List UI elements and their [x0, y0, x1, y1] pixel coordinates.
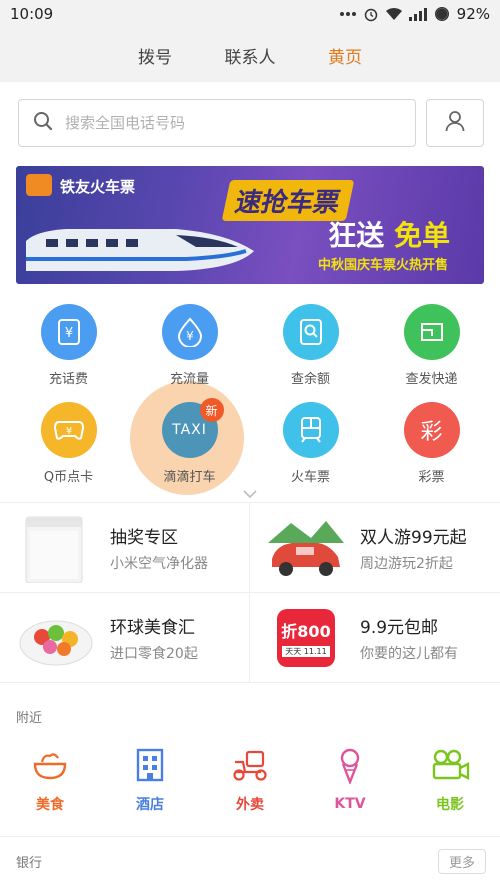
service-label: 彩票 [418, 470, 445, 485]
red-car-image [266, 513, 346, 583]
search-doc-icon [282, 304, 339, 360]
search-icon [33, 111, 53, 135]
service-qcoin[interactable]: ¥ Q币点卡 [8, 402, 129, 490]
wifi-icon [385, 7, 403, 21]
service-lottery[interactable]: 彩 彩票 [371, 402, 492, 490]
service-grid: ¥ 充话费 ¥ 充流量 查余额 查发快递 ¥ Q币点卡 TAXI 新 滴滴打车 [0, 284, 500, 490]
nearby-movie[interactable]: 电影 [400, 748, 500, 836]
snack-bowl-image [16, 603, 96, 673]
battery-percent: 92% [456, 5, 490, 23]
train-icon [282, 402, 339, 458]
tab-dialer[interactable]: 拨号 [108, 43, 203, 68]
promo-subtitle: 进口零食20起 [110, 645, 198, 662]
promo-lottery-zone[interactable]: 抽奖专区 小米空气净化器 [0, 503, 250, 593]
svg-text:¥: ¥ [186, 329, 194, 343]
yuan-drop-icon: ¥ [161, 304, 218, 360]
food-bowl-icon [32, 748, 68, 786]
nearby-food[interactable]: 美食 [0, 748, 100, 836]
promo-subtitle: 周边游玩2折起 [360, 555, 453, 572]
tab-contacts[interactable]: 联系人 [203, 43, 298, 68]
service-label: 火车票 [290, 470, 330, 485]
promo-title: 9.9元包邮 [360, 617, 439, 638]
tab-yellow-pages[interactable]: 黄页 [298, 43, 393, 68]
user-icon [445, 110, 465, 136]
service-label: 滴滴打车 [163, 470, 216, 485]
bank-title: 银行 [16, 856, 43, 871]
lottery-icon-text: 彩 [420, 420, 443, 445]
air-purifier-image [16, 513, 96, 583]
nearby-hotel[interactable]: 酒店 [100, 748, 200, 836]
service-label: 查发快递 [405, 372, 458, 387]
zhe800-logo-sub: 天天 11.11 [282, 646, 330, 657]
bank-section-header: 银行 更多 [0, 836, 500, 886]
nearby-delivery[interactable]: 外卖 [200, 748, 300, 836]
promo-couple-trip[interactable]: 双人游99元起 周边游玩2折起 [250, 503, 500, 593]
service-label: 充流量 [169, 372, 209, 387]
nearby-label: 美食 [36, 797, 64, 813]
service-label: 充话费 [48, 372, 88, 387]
promo-title: 环球美食汇 [110, 617, 195, 638]
zhe800-logo: 折800 天天 11.11 [266, 603, 346, 673]
status-time: 10:09 [10, 5, 54, 23]
tab-bar: 拨号 联系人 黄页 [0, 28, 500, 82]
banner-headline-2-prefix: 狂送 [328, 219, 385, 252]
more-button[interactable]: 更多 [437, 849, 486, 874]
nearby-label: 电影 [436, 797, 464, 813]
profile-button[interactable] [426, 99, 484, 147]
svg-text:¥: ¥ [65, 426, 71, 437]
battery-icon [433, 7, 451, 21]
yuan-card-icon: ¥ [40, 304, 97, 360]
signal-icon [408, 7, 427, 21]
search-box[interactable] [18, 99, 416, 147]
promo-free-shipping[interactable]: 折800 天天 11.11 9.9元包邮 你要的这儿都有 [250, 593, 500, 683]
movie-camera-icon [430, 748, 470, 786]
promo-subtitle: 你要的这儿都有 [360, 645, 458, 662]
promo-subtitle: 小米空气净化器 [110, 555, 208, 572]
status-icons: 92% [339, 5, 490, 23]
search-input[interactable] [65, 114, 415, 132]
hotel-icon [133, 748, 167, 786]
service-recharge-phone[interactable]: ¥ 充话费 [8, 304, 129, 392]
promo-title: 抽奖专区 [110, 527, 178, 548]
service-recharge-data[interactable]: ¥ 充流量 [129, 304, 250, 392]
ice-cream-mic-icon [335, 748, 365, 788]
new-badge: 新 [199, 398, 224, 422]
tieyou-logo-icon [26, 174, 52, 196]
nearby-title: 附近 [16, 711, 43, 726]
delivery-scooter-icon [231, 748, 269, 786]
banner-headline-2-highlight: 免单 [393, 219, 450, 252]
zhe800-logo-text: 折800 [281, 622, 331, 641]
nearby-ktv[interactable]: KTV [300, 748, 400, 836]
status-bar: 10:09 92% [0, 0, 500, 28]
service-didi-taxi[interactable]: TAXI 新 滴滴打车 [129, 398, 250, 490]
nearby-categories: 美食 酒店 外卖 KTV 电影 [0, 726, 500, 836]
svg-text:¥: ¥ [64, 326, 72, 341]
train-illustration [26, 229, 254, 271]
service-check-balance[interactable]: 查余额 [250, 304, 371, 392]
search-row [0, 82, 500, 147]
taxi-icon-text: TAXI [172, 422, 207, 438]
service-label: 查余额 [290, 372, 330, 387]
promo-global-food[interactable]: 环球美食汇 进口零食20起 [0, 593, 250, 683]
nearby-label: KTV [334, 796, 366, 812]
service-label: Q币点卡 [43, 470, 94, 485]
service-express[interactable]: 查发快递 [371, 304, 492, 392]
banner-headline-2: 狂送 免单 [328, 214, 450, 254]
gamepad-icon: ¥ [40, 402, 97, 458]
nearby-label: 外卖 [236, 797, 264, 813]
promo-title: 双人游99元起 [360, 527, 467, 548]
promo-grid: 抽奖专区 小米空气净化器 双人游99元起 周边游玩2折起 环球美食汇 进口零食2… [0, 502, 500, 683]
express-box-icon [403, 304, 460, 360]
nearby-label: 酒店 [136, 797, 164, 813]
more-dots-icon [339, 11, 357, 17]
promo-banner[interactable]: 铁友火车票 速抢车票 狂送 免单 中秋国庆车票火热开售 [16, 166, 484, 284]
banner-brand: 铁友火车票 [60, 178, 136, 196]
alarm-icon [363, 6, 379, 22]
service-train-ticket[interactable]: 火车票 [250, 402, 371, 490]
banner-subline: 中秋国庆车票火热开售 [317, 258, 448, 273]
taxi-icon: TAXI 新 [161, 398, 224, 458]
lottery-icon: 彩 [403, 402, 460, 458]
